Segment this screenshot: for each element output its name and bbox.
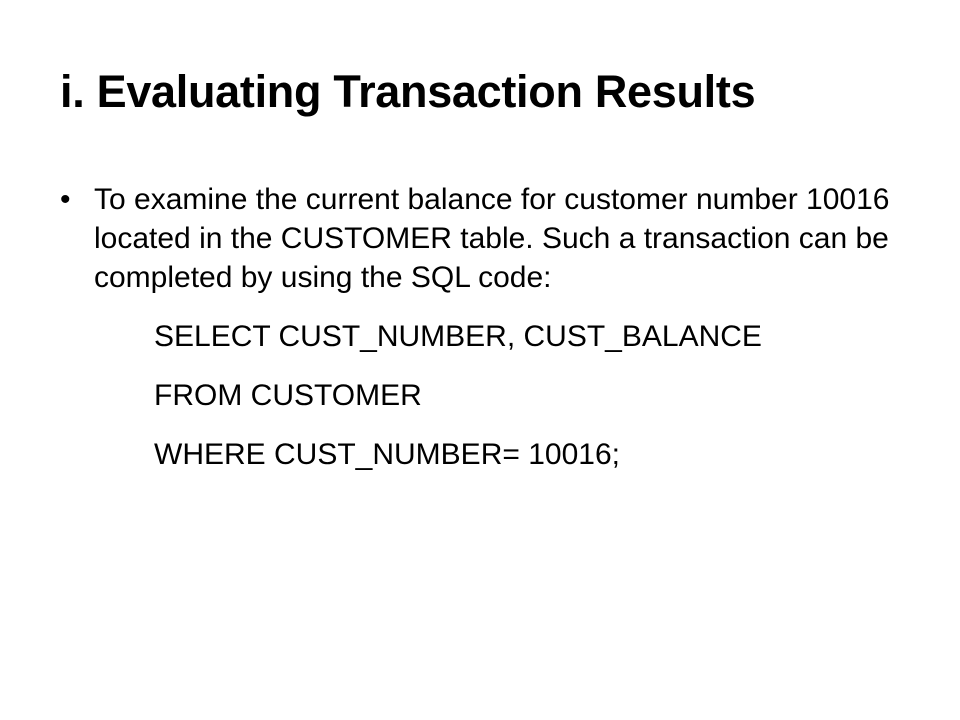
bullet-icon: • [60, 183, 71, 216]
slide-title: i. Evaluating Transaction Results [60, 66, 756, 117]
sql-line-from: FROM CUSTOMER [154, 379, 422, 412]
sql-line-where: WHERE CUST_NUMBER= 10016; [154, 438, 620, 471]
sql-line-select: SELECT CUST_NUMBER, CUST_BALANCE [154, 320, 762, 353]
slide-body: • To examine the current balance for cus… [60, 180, 910, 474]
bullet-text: To examine the current balance for custo… [94, 183, 890, 294]
bullet-item: • To examine the current balance for cus… [60, 180, 910, 297]
slide: i. Evaluating Transaction Results • To e… [0, 0, 960, 720]
